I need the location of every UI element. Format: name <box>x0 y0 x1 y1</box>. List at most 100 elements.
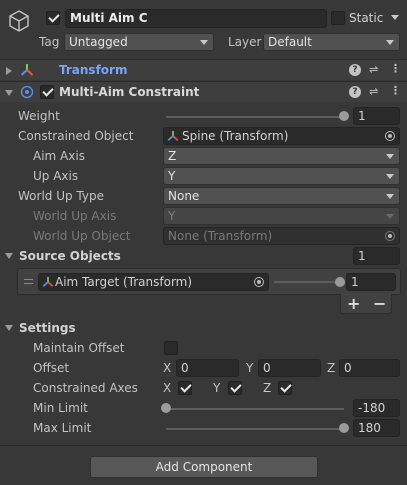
add-item-button[interactable]: + <box>347 294 360 313</box>
settings-foldout-icon[interactable] <box>5 325 13 331</box>
object-picker-icon[interactable] <box>254 277 264 287</box>
source-object-value: Aim Target (Transform) <box>55 275 193 289</box>
world-up-type-label: World Up Type <box>18 189 104 203</box>
gameobject-name-input[interactable]: Multi Aim C <box>65 9 327 28</box>
static-checkbox[interactable] <box>331 11 345 25</box>
source-weight-slider-thumb[interactable] <box>335 277 345 287</box>
min-limit-input[interactable]: -180 <box>353 399 400 417</box>
more-options-icon[interactable]: ⋮ <box>390 62 401 76</box>
static-label: Static <box>349 11 384 25</box>
axis-y-checkbox[interactable] <box>228 381 242 395</box>
object-picker-icon[interactable] <box>385 131 395 141</box>
help-icon[interactable]: ? <box>349 86 361 98</box>
offset-x-input[interactable]: 0 <box>176 359 239 377</box>
constraint-title: Multi-Aim Constraint <box>59 85 200 99</box>
world-up-object-field: None (Transform) <box>163 227 400 245</box>
maintain-offset-checkbox[interactable] <box>164 341 178 355</box>
offset-label: Offset <box>33 361 70 375</box>
axis-y-label: Y <box>213 381 221 395</box>
constrained-object-field[interactable]: Spine (Transform) <box>163 127 400 145</box>
object-picker-icon <box>385 231 395 241</box>
max-limit-label: Max Limit <box>33 421 92 435</box>
presets-icon[interactable]: ⇌ <box>369 63 378 77</box>
up-axis-label: Up Axis <box>33 169 79 183</box>
remove-item-button[interactable]: − <box>373 294 386 313</box>
transform-icon <box>42 276 54 288</box>
active-checkbox[interactable] <box>46 11 60 25</box>
divider <box>0 445 407 446</box>
transform-header[interactable]: Transform ? ⇌ ⋮ <box>0 59 407 80</box>
offset-z-label: Z <box>327 361 336 375</box>
world-up-object-label: World Up Object <box>33 229 131 243</box>
source-objects-title: Source Objects <box>19 249 121 263</box>
constraint-icon <box>20 85 34 99</box>
world-up-object-value: None (Transform) <box>168 229 273 243</box>
chevron-down-icon <box>386 174 394 179</box>
axis-z-label: Z <box>263 381 272 395</box>
weight-slider-thumb[interactable] <box>339 111 349 121</box>
transform-title: Transform <box>59 63 128 77</box>
world-up-axis-value: Y <box>168 209 176 223</box>
chevron-down-icon <box>386 194 394 199</box>
min-limit-slider-track[interactable] <box>166 408 344 410</box>
source-weight-input[interactable]: 1 <box>346 273 396 291</box>
aim-axis-label: Aim Axis <box>33 149 85 163</box>
weight-slider-track[interactable] <box>166 116 344 118</box>
offset-y-label: Y <box>246 361 254 375</box>
up-axis-dropdown[interactable]: Y <box>163 167 400 185</box>
more-options-icon[interactable]: ⋮ <box>390 84 401 98</box>
foldout-expanded-icon[interactable] <box>5 90 13 96</box>
chevron-down-icon <box>386 40 394 45</box>
add-component-button[interactable]: Add Component <box>90 456 318 478</box>
static-dropdown-icon[interactable] <box>391 15 399 20</box>
constraint-header[interactable]: Multi-Aim Constraint ? ⇌ ⋮ <box>0 81 407 102</box>
tag-label: Tag <box>39 35 60 49</box>
max-limit-input[interactable]: 180 <box>353 419 400 437</box>
aim-axis-value: Z <box>168 149 177 163</box>
constrained-object-label: Constrained Object <box>18 129 134 143</box>
chevron-down-icon <box>386 154 394 159</box>
layer-label: Layer <box>228 35 262 49</box>
constrained-axes-label: Constrained Axes <box>33 381 138 395</box>
offset-y-input[interactable]: 0 <box>258 359 321 377</box>
offset-z-input[interactable]: 0 <box>339 359 400 377</box>
constraint-enabled-checkbox[interactable] <box>40 85 54 99</box>
help-icon[interactable]: ? <box>349 64 361 76</box>
aim-axis-dropdown[interactable]: Z <box>163 147 400 165</box>
chevron-down-icon <box>386 214 394 219</box>
axis-x-checkbox[interactable] <box>178 381 192 395</box>
constrained-object-value: Spine (Transform) <box>182 129 289 143</box>
presets-icon[interactable]: ⇌ <box>369 85 378 99</box>
up-axis-value: Y <box>168 169 176 183</box>
drag-handle-icon[interactable] <box>24 279 33 284</box>
maintain-offset-label: Maintain Offset <box>33 341 125 355</box>
transform-icon <box>20 63 34 77</box>
source-objects-count-input[interactable]: 1 <box>353 247 400 265</box>
world-up-axis-label: World Up Axis <box>33 209 117 223</box>
max-limit-slider-track[interactable] <box>166 428 344 430</box>
axis-x-label: X <box>163 381 172 395</box>
source-objects-foldout-icon[interactable] <box>5 253 13 259</box>
settings-title: Settings <box>19 321 76 335</box>
max-limit-slider-thumb[interactable] <box>339 423 349 433</box>
offset-x-label: X <box>163 361 172 375</box>
source-objects-list: Aim Target (Transform) 1 <box>17 268 401 295</box>
tag-value: Untagged <box>69 35 128 49</box>
min-limit-slider-thumb[interactable] <box>161 403 171 413</box>
gameobject-icon <box>7 9 31 33</box>
foldout-collapsed-icon[interactable] <box>6 67 12 75</box>
world-up-axis-dropdown: Y <box>163 207 400 225</box>
source-weight-slider-track[interactable] <box>274 281 340 283</box>
weight-input[interactable]: 1 <box>353 107 400 125</box>
layer-dropdown[interactable]: Default <box>263 33 400 51</box>
transform-icon <box>167 130 179 142</box>
layer-value: Default <box>268 35 312 49</box>
list-footer: + − <box>340 294 392 314</box>
world-up-type-dropdown[interactable]: None <box>163 187 400 205</box>
tag-dropdown[interactable]: Untagged <box>64 33 214 51</box>
source-object-field[interactable]: Aim Target (Transform) <box>38 273 269 291</box>
min-limit-label: Min Limit <box>33 401 88 415</box>
axis-z-checkbox[interactable] <box>278 381 292 395</box>
weight-label: Weight <box>18 109 60 123</box>
world-up-type-value: None <box>168 189 200 203</box>
